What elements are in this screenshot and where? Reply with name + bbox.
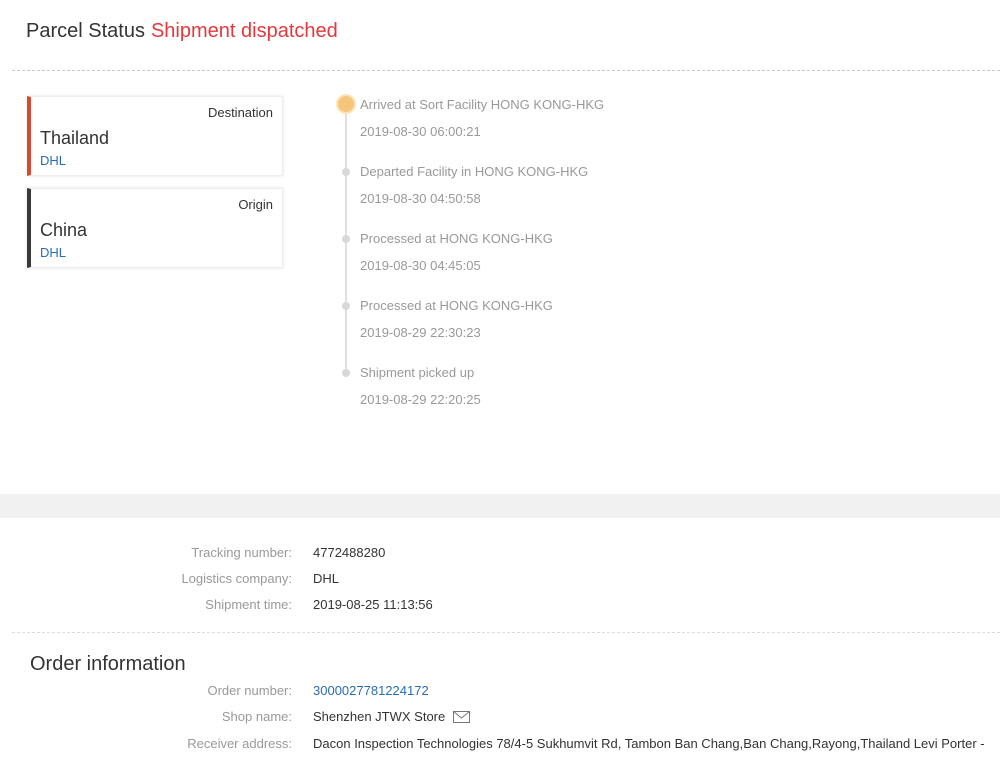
destination-country: Thailand bbox=[40, 128, 110, 148]
origin-label: Origin bbox=[238, 197, 273, 212]
mail-icon[interactable] bbox=[452, 711, 470, 723]
timeline-dot bbox=[342, 302, 350, 310]
origin-card: Origin China DHL bbox=[27, 188, 283, 268]
timeline-dot bbox=[342, 168, 350, 176]
timeline-dot bbox=[342, 235, 350, 243]
tracking-number-value: 4772488280 bbox=[313, 545, 386, 560]
timeline-time: 2019-08-30 06:00:21 bbox=[360, 124, 481, 139]
page-title: Parcel Status Shipment dispatched bbox=[26, 20, 338, 43]
divider bbox=[12, 70, 1000, 71]
logistics-company-value: DHL bbox=[313, 571, 340, 586]
shop-name-text: Shenzhen JTWX Store bbox=[313, 709, 446, 724]
origin-carrier-link[interactable]: DHL bbox=[40, 245, 66, 260]
section-separator bbox=[0, 494, 1000, 518]
page-title-label: Parcel Status bbox=[26, 20, 145, 42]
timeline-event: Processed at HONG KONG-HKG bbox=[360, 298, 553, 313]
divider bbox=[12, 632, 1000, 633]
shop-name-label: Shop name: bbox=[221, 709, 292, 724]
shipment-time-label: Shipment time: bbox=[205, 597, 292, 612]
timeline-event: Processed at HONG KONG-HKG bbox=[360, 231, 553, 246]
receiver-address-label: Receiver address: bbox=[187, 736, 292, 751]
timeline-event: Departed Facility in HONG KONG-HKG bbox=[360, 164, 589, 179]
shop-name-value: Shenzhen JTWX Store bbox=[313, 709, 470, 724]
timeline-event: Shipment picked up bbox=[360, 365, 475, 380]
parcel-status: Shipment dispatched bbox=[150, 20, 338, 42]
order-number-link[interactable]: 3000027781224172 bbox=[313, 683, 429, 698]
timeline-time: 2019-08-29 22:30:23 bbox=[360, 325, 481, 340]
destination-label: Destination bbox=[207, 105, 273, 120]
shipment-time-value: 2019-08-25 11:13:56 bbox=[313, 597, 433, 612]
tracking-number-label: Tracking number: bbox=[191, 545, 292, 560]
order-number-label: Order number: bbox=[207, 683, 292, 698]
destination-carrier-link[interactable]: DHL bbox=[40, 153, 66, 168]
origin-country: China bbox=[40, 220, 88, 240]
timeline-time: 2019-08-30 04:50:58 bbox=[360, 191, 481, 206]
timeline-time: 2019-08-29 22:20:25 bbox=[360, 392, 481, 407]
logistics-company-label: Logistics company: bbox=[181, 571, 292, 586]
timeline-time: 2019-08-30 04:45:05 bbox=[360, 258, 481, 273]
destination-card: Destination Thailand DHL bbox=[27, 96, 283, 176]
receiver-address-value: Dacon Inspection Technologies 78/4-5 Suk… bbox=[313, 736, 985, 751]
timeline-current-dot bbox=[338, 96, 354, 112]
timeline-event: Arrived at Sort Facility HONG KONG-HKG bbox=[360, 97, 605, 112]
timeline-dot bbox=[342, 369, 350, 377]
order-information-title: Order information bbox=[30, 653, 186, 675]
